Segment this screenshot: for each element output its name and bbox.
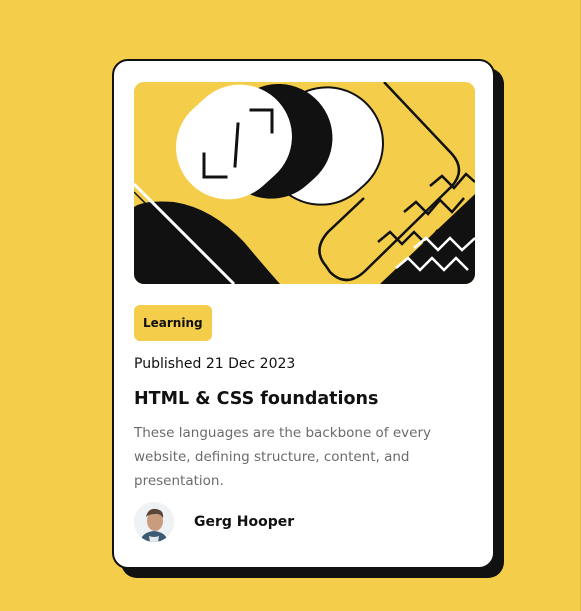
category-tag[interactable]: Learning [134, 305, 212, 341]
card-description: These languages are the backbone of ever… [134, 425, 431, 489]
person-avatar-icon [134, 502, 174, 542]
blog-preview-card: Learning Published 21 Dec 2023 HTML & CS… [112, 59, 495, 569]
card-title[interactable]: HTML & CSS foundations [134, 386, 378, 412]
author-info: Gerg Hooper [134, 501, 294, 543]
author-name[interactable]: Gerg Hooper [194, 514, 294, 530]
hero-illustration [134, 82, 475, 284]
published-date: Published 21 Dec 2023 [134, 356, 296, 372]
